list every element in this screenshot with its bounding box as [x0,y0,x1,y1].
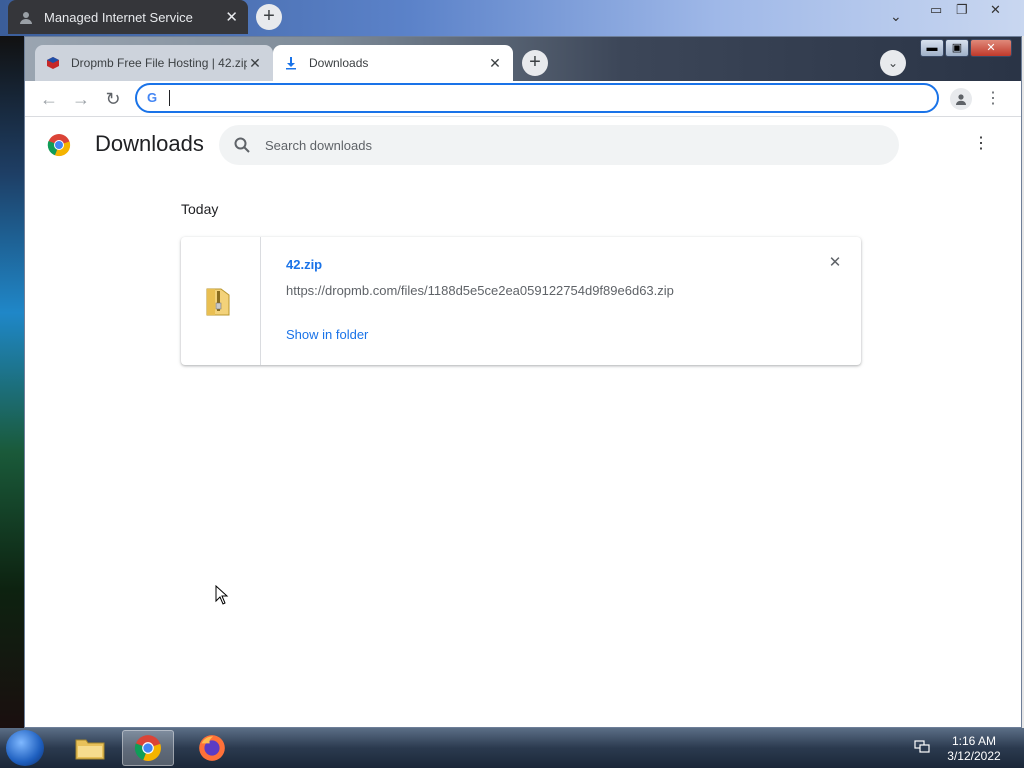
start-button[interactable] [6,730,44,766]
person-icon [18,9,34,25]
file-name-link[interactable]: 42.zip [286,257,322,272]
tab-dropmb[interactable]: Dropmb Free File Hosting | 42.zip ✕ [35,45,273,81]
reload-icon[interactable]: ↻ [101,87,125,111]
show-in-folder-link[interactable]: Show in folder [286,327,368,342]
system-clock[interactable]: 1:16 AM 3/12/2022 [944,734,1004,764]
tab-title: Downloads [309,56,369,70]
tab-title: Dropmb Free File Hosting | 42.zip [71,56,247,70]
clock-date: 3/12/2022 [947,749,1001,763]
outer-tab-title: Managed Internet Service [44,9,193,25]
remove-download-close-icon[interactable]: ✕ [827,255,843,271]
search-downloads-box[interactable] [219,125,899,165]
tab-downloads[interactable]: Downloads ✕ [273,45,513,81]
desktop-left-edge [0,36,24,728]
restore-icon[interactable]: ❐ [956,2,968,18]
omnibox[interactable]: G [135,83,939,113]
forward-arrow-icon[interactable]: → [69,87,93,111]
minimize-icon[interactable]: ▭ [930,2,942,18]
firefox-icon [199,735,225,761]
more-options-icon[interactable]: ⋮ [973,133,989,153]
outer-tab-managed-internet[interactable]: Managed Internet Service ✕ [8,0,248,34]
chrome-icon [134,735,161,761]
avatar-icon [956,94,966,105]
file-icon-column [181,237,261,365]
address-input[interactable] [169,89,909,107]
back-arrow-icon[interactable]: ← [37,87,61,111]
close-icon[interactable]: ✕ [225,8,238,26]
page-title: Downloads [95,131,204,156]
chrome-logo-icon [47,134,71,157]
close-icon[interactable]: ✕ [487,55,503,72]
minimize-button[interactable]: ▬ [920,39,944,57]
dropmb-favicon-icon [45,55,61,71]
chevron-down-icon[interactable]: ⌄ [890,8,902,25]
file-explorer-taskbar-item[interactable] [64,730,116,766]
network-icon[interactable] [914,740,930,754]
profile-button[interactable] [950,88,972,110]
toolbar: ← → ↻ G ⋮ [25,81,1021,117]
clock-time: 1:16 AM [951,734,997,748]
new-tab-button[interactable]: + [522,50,548,76]
search-icon [234,137,250,153]
downloads-page: Downloads ⋮ Today 42.zip ht [25,117,1021,727]
downloads-header: Downloads ⋮ [25,117,1021,173]
tab-strip: Dropmb Free File Hosting | 42.zip ✕ Down… [25,37,1021,81]
chrome-taskbar-item[interactable] [122,730,174,766]
tab-search-button[interactable]: ⌄ [880,50,906,76]
zip-folder-icon [206,288,230,316]
search-input[interactable] [265,135,865,155]
folder-icon [75,739,105,760]
file-source-url[interactable]: https://dropmb.com/files/1188d5e5ce2ea05… [286,283,674,298]
outer-tab-strip: Managed Internet Service ✕ + ⌄ ▭ ❐ ✕ [0,0,1024,36]
maximize-button[interactable]: ▣ [945,39,969,57]
google-g-icon: G [147,90,158,105]
outer-new-tab-button[interactable]: + [256,4,282,30]
kebab-menu-icon[interactable]: ⋮ [985,87,1001,111]
taskbar: 1:16 AM 3/12/2022 [0,728,1024,768]
firefox-taskbar-item[interactable] [186,730,238,766]
date-section-label: Today [181,201,219,217]
text-caret [169,90,170,106]
close-window-button[interactable]: ✕ [970,39,1012,57]
browser-window: Dropmb Free File Hosting | 42.zip ✕ Down… [24,36,1022,728]
close-icon[interactable]: ✕ [247,55,263,72]
close-icon[interactable]: ✕ [990,2,1001,18]
download-icon [283,55,299,71]
download-item: 42.zip https://dropmb.com/files/1188d5e5… [181,237,861,365]
mouse-cursor-icon [215,585,229,605]
